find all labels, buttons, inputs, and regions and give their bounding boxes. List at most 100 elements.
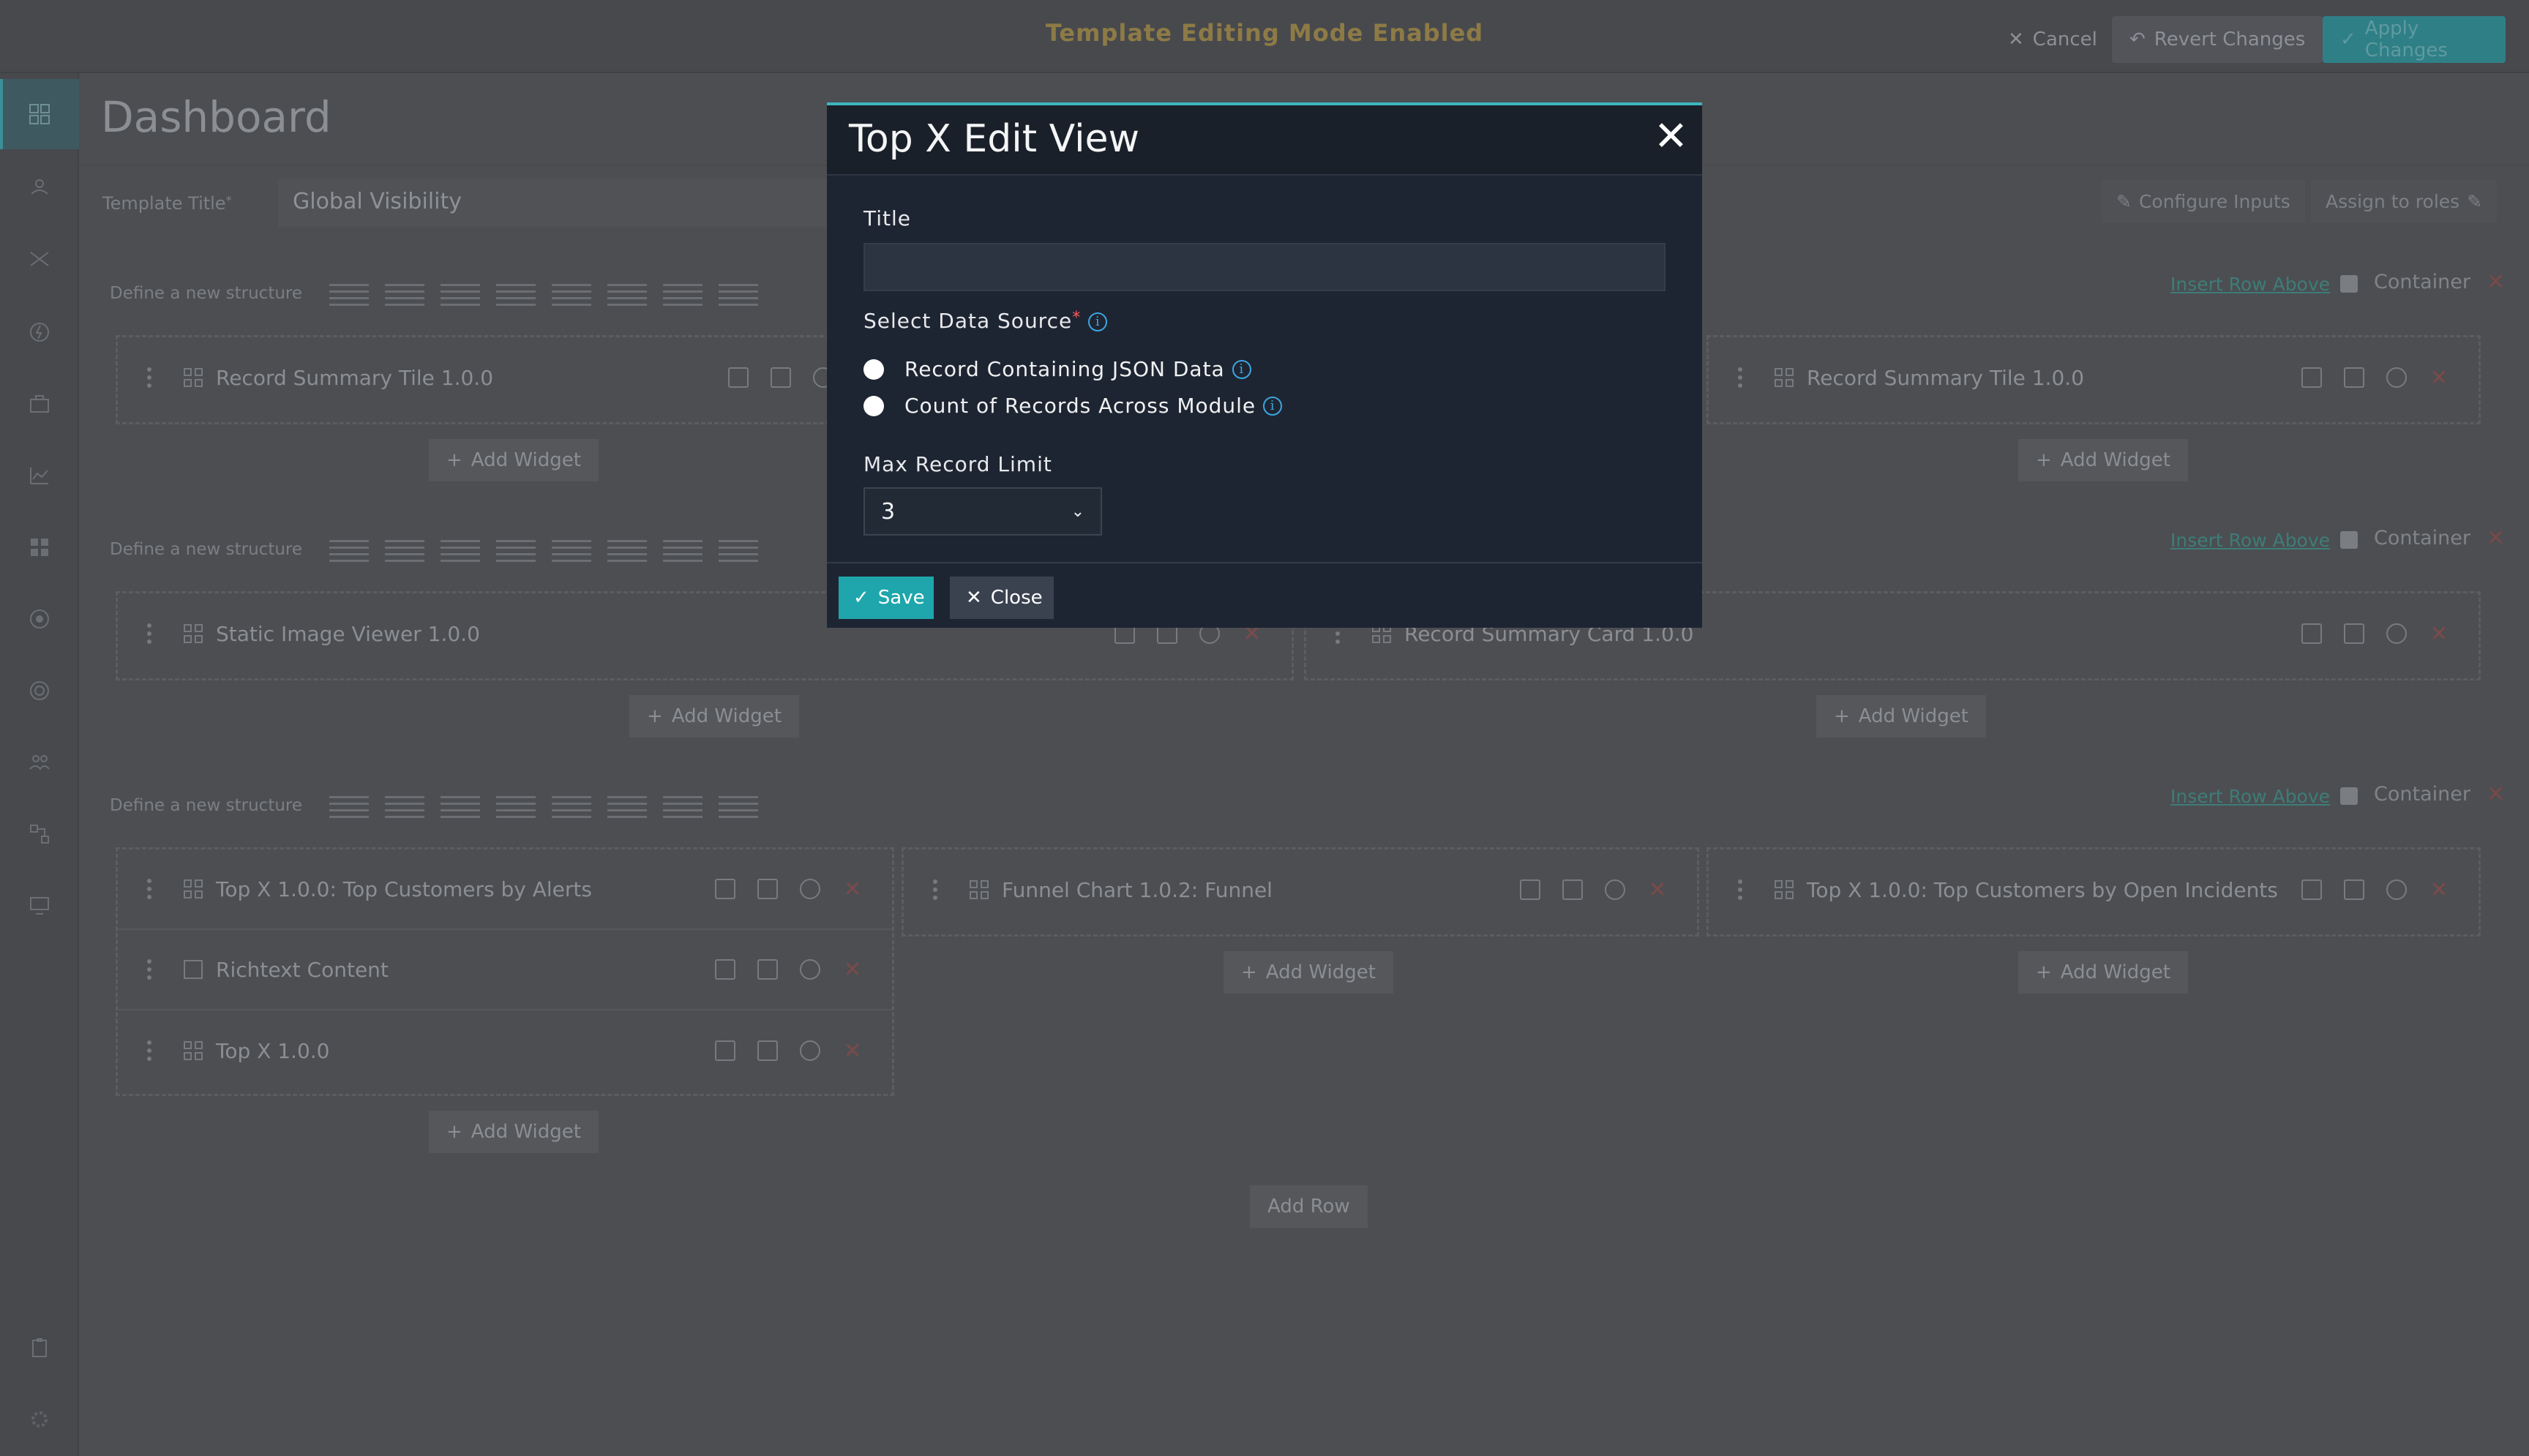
layout-option-icon[interactable] — [329, 540, 369, 562]
insert-row-above-link[interactable]: Insert Row Above — [2170, 786, 2330, 807]
globe-icon[interactable] — [22, 673, 57, 708]
drag-handle-icon[interactable] — [147, 1040, 153, 1061]
widget-item[interactable]: Top X 1.0.0: Top Customers by Open Incid… — [1709, 849, 2479, 930]
drag-handle-icon[interactable] — [147, 623, 153, 644]
radio-option-count[interactable]: Count of Records Across Module i — [863, 394, 1283, 418]
info-icon[interactable]: i — [1232, 359, 1251, 379]
insert-row-above-link[interactable]: Insert Row Above — [2170, 274, 2330, 295]
dashboard-icon[interactable] — [22, 97, 57, 132]
layout-option-icon[interactable] — [663, 540, 702, 562]
edit-widget-icon[interactable] — [1520, 879, 1540, 900]
widget-item[interactable]: Top X 1.0.0: Top Customers by Alerts ✕ — [118, 849, 892, 930]
layout-option-icon[interactable] — [663, 796, 702, 818]
info-icon[interactable]: i — [1263, 396, 1283, 416]
radio-button[interactable] — [863, 359, 884, 380]
duplicate-widget-icon[interactable] — [2344, 623, 2364, 644]
layout-option-icon[interactable] — [496, 796, 536, 818]
add-widget-button[interactable]: + Add Widget — [2018, 951, 2188, 994]
edit-widget-icon[interactable] — [728, 367, 749, 388]
settings-gear-icon[interactable] — [22, 1402, 57, 1437]
delete-row-icon[interactable]: ✕ — [2487, 525, 2505, 551]
drag-handle-icon[interactable] — [933, 879, 939, 900]
duplicate-widget-icon[interactable] — [771, 367, 791, 388]
widgets-icon[interactable] — [22, 530, 57, 565]
edit-widget-icon[interactable] — [715, 879, 735, 899]
duplicate-widget-icon[interactable] — [2344, 367, 2364, 388]
radio-button[interactable] — [863, 395, 884, 416]
clipboard-icon[interactable] — [22, 1330, 57, 1365]
widget-settings-icon[interactable] — [2386, 879, 2407, 900]
remove-widget-icon[interactable]: ✕ — [1647, 877, 1668, 903]
layout-option-icon[interactable] — [385, 796, 424, 818]
save-button[interactable]: ✓ Save — [839, 577, 934, 619]
add-widget-button[interactable]: + Add Widget — [629, 695, 799, 738]
edit-widget-icon[interactable] — [2301, 367, 2322, 388]
remove-widget-icon[interactable]: ✕ — [842, 877, 863, 902]
layout-option-icon[interactable] — [329, 284, 369, 306]
layout-option-icon[interactable] — [719, 284, 758, 306]
drag-handle-icon[interactable] — [147, 959, 153, 980]
layout-option-icon[interactable] — [719, 796, 758, 818]
radio-option-json[interactable]: Record Containing JSON Data i — [863, 357, 1251, 381]
layout-option-icon[interactable] — [552, 540, 591, 562]
container-checkbox[interactable] — [2340, 531, 2358, 549]
duplicate-widget-icon[interactable] — [757, 1040, 778, 1061]
duplicate-widget-icon[interactable] — [757, 959, 778, 980]
add-widget-button[interactable]: + Add Widget — [429, 1111, 599, 1153]
title-input[interactable] — [863, 243, 1666, 291]
remove-widget-icon[interactable]: ✕ — [842, 957, 863, 983]
duplicate-widget-icon[interactable] — [1562, 879, 1583, 900]
widget-settings-icon[interactable] — [800, 1040, 820, 1061]
users-group-icon[interactable] — [22, 170, 57, 205]
layout-option-icon[interactable] — [441, 540, 480, 562]
widget-item[interactable]: Funnel Chart 1.0.2: Funnel ✕ — [904, 849, 1697, 930]
layout-option-icon[interactable] — [607, 284, 647, 306]
people-icon[interactable] — [22, 745, 57, 780]
remove-widget-icon[interactable]: ✕ — [842, 1038, 863, 1064]
drag-handle-icon[interactable] — [1738, 367, 1744, 388]
layout-option-icon[interactable] — [552, 796, 591, 818]
lightning-icon[interactable] — [22, 315, 57, 350]
container-checkbox[interactable] — [2340, 787, 2358, 805]
remove-widget-icon[interactable]: ✕ — [2429, 877, 2449, 903]
duplicate-widget-icon[interactable] — [2344, 879, 2364, 900]
drag-handle-icon[interactable] — [147, 879, 153, 899]
radar-icon[interactable] — [22, 601, 57, 637]
insert-row-above-link[interactable]: Insert Row Above — [2170, 530, 2330, 551]
add-widget-button[interactable]: + Add Widget — [2018, 439, 2188, 481]
widget-item[interactable]: Record Summary Tile 1.0.0 ✕ — [1709, 337, 2479, 418]
layout-option-icon[interactable] — [496, 284, 536, 306]
layout-option-icon[interactable] — [385, 540, 424, 562]
delete-row-icon[interactable]: ✕ — [2487, 781, 2505, 807]
network-icon[interactable] — [22, 817, 57, 852]
drag-handle-icon[interactable] — [147, 367, 153, 388]
widget-item[interactable]: Richtext Content ✕ — [118, 930, 892, 1010]
chart-line-icon[interactable] — [22, 458, 57, 493]
layout-option-icon[interactable] — [607, 540, 647, 562]
cancel-button[interactable]: ✕ Cancel — [1990, 16, 2115, 63]
widget-settings-icon[interactable] — [1605, 879, 1625, 900]
add-widget-button[interactable]: + Add Widget — [1224, 951, 1393, 994]
assign-to-roles-button[interactable]: Assign to roles ✎ — [2311, 180, 2498, 222]
configure-inputs-button[interactable]: ✎ Configure Inputs — [2102, 180, 2305, 222]
add-widget-button[interactable]: + Add Widget — [1816, 695, 1986, 738]
edit-widget-icon[interactable] — [715, 959, 735, 980]
widget-settings-icon[interactable] — [2386, 367, 2407, 388]
briefcase-icon[interactable] — [22, 386, 57, 421]
widget-item[interactable]: Top X 1.0.0 ✕ — [118, 1010, 892, 1091]
shuffle-icon[interactable] — [22, 241, 57, 277]
layout-option-icon[interactable] — [552, 284, 591, 306]
drag-handle-icon[interactable] — [1738, 879, 1744, 900]
revert-changes-button[interactable]: ↶ Revert Changes — [2112, 16, 2323, 63]
edit-widget-icon[interactable] — [2301, 623, 2322, 644]
widget-settings-icon[interactable] — [800, 879, 820, 899]
layout-option-icon[interactable] — [441, 796, 480, 818]
info-icon[interactable]: i — [1088, 312, 1108, 331]
remove-widget-icon[interactable]: ✕ — [2429, 621, 2449, 647]
widget-settings-icon[interactable] — [800, 959, 820, 980]
widget-settings-icon[interactable] — [2386, 623, 2407, 644]
max-record-limit-select[interactable]: 3 ⌄ — [863, 487, 1102, 536]
container-checkbox[interactable] — [2340, 275, 2358, 293]
template-title-input[interactable]: Global Visibility — [278, 179, 849, 227]
layout-option-icon[interactable] — [441, 284, 480, 306]
